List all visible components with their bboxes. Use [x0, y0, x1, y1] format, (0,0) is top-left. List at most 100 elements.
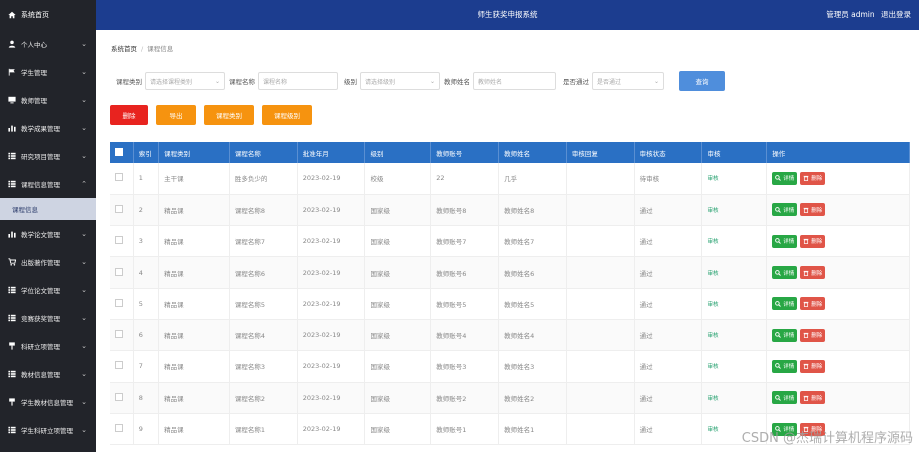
audit-link[interactable]: 审核	[707, 427, 718, 433]
sidebar-item-6[interactable]: 教学论文管理 ⌄	[0, 220, 96, 248]
search-icon	[775, 175, 782, 182]
course-table: 索引 课程类别 课程名称 批准年月 级别 教师账号 教师姓名 审核回复 审核状态…	[110, 142, 910, 446]
select-all-checkbox[interactable]	[115, 147, 123, 156]
audit-link[interactable]: 审核	[707, 208, 718, 214]
chevron-down-icon: ⌄	[81, 426, 87, 434]
detail-button[interactable]: 详情	[772, 359, 798, 373]
detail-button[interactable]: 详情	[772, 234, 798, 248]
sidebar-item-8[interactable]: 学位论文管理 ⌄	[0, 276, 96, 304]
sidebar-item-3[interactable]: 教学成果管理 ⌄	[0, 114, 96, 142]
search-icon	[775, 394, 782, 401]
header-index: 索引	[133, 142, 160, 163]
detail-label: 详情	[783, 176, 795, 183]
audit-link[interactable]: 审核	[707, 271, 718, 277]
row-delete-button[interactable]: 删除	[800, 234, 826, 248]
audit-link[interactable]: 审核	[707, 302, 718, 308]
sidebar-sub-course-info[interactable]: 课程信息	[0, 198, 96, 220]
row-select-cell[interactable]	[110, 225, 134, 258]
sidebar-item-2[interactable]: 教师管理 ⌄	[0, 86, 96, 114]
audit-link[interactable]: 审核	[707, 176, 718, 182]
course-type-select[interactable]: 请选择课程类别 ⌄	[145, 72, 225, 90]
sidebar-item-10[interactable]: 科研立项管理 ⌄	[0, 332, 96, 360]
sidebar-item-12[interactable]: 学生教材信息管理 ⌄	[0, 388, 96, 416]
detail-button[interactable]: 详情	[772, 297, 798, 311]
row-select-cell[interactable]	[110, 413, 134, 446]
sidebar-item-9[interactable]: 竞赛获奖管理 ⌄	[0, 304, 96, 332]
audit-link[interactable]: 审核	[707, 333, 718, 339]
detail-button[interactable]: 详情	[772, 391, 798, 405]
row-delete-button[interactable]: 删除	[800, 203, 826, 217]
cell-approval-date: 2023-02-19	[297, 382, 366, 414]
table-header-row: 索引 课程类别 课程名称 批准年月 级别 教师账号 教师姓名 审核回复 审核状态…	[110, 142, 910, 163]
row-delete-button[interactable]: 删除	[800, 171, 826, 185]
header-course-type: 课程类别	[158, 142, 230, 163]
row-checkbox[interactable]	[115, 298, 123, 307]
breadcrumb-home[interactable]: 系统首页	[111, 45, 137, 53]
sidebar-item-0[interactable]: 个人中心 ⌄	[0, 30, 96, 58]
detail-label: 详情	[783, 395, 795, 402]
sidebar-item-13[interactable]: 学生科研立项管理 ⌄	[0, 416, 96, 444]
cell-course-type: 精品课	[158, 319, 230, 352]
row-select-cell[interactable]	[110, 382, 134, 414]
delete-button[interactable]: 删除	[110, 105, 148, 125]
course-level-button[interactable]: 课程级别	[262, 105, 312, 125]
teacher-name-input[interactable]: 教师姓名	[473, 72, 556, 90]
export-button[interactable]: 导出	[156, 105, 196, 125]
cell-index: 2	[133, 194, 160, 227]
row-checkbox[interactable]	[115, 424, 123, 433]
cell-teacher-account: 教师账号2	[430, 382, 500, 414]
row-select-cell[interactable]	[110, 319, 134, 352]
course-type-button[interactable]: 课程类别	[204, 105, 254, 125]
detail-button[interactable]: 详情	[772, 171, 798, 185]
row-checkbox[interactable]	[115, 392, 123, 401]
flag-icon	[8, 68, 16, 76]
passed-select[interactable]: 是否通过 ⌄	[592, 72, 664, 90]
detail-button[interactable]: 详情	[772, 266, 798, 280]
row-select-cell[interactable]	[110, 350, 134, 383]
delete-label: 删除	[811, 176, 823, 183]
sidebar-item-label: 竞赛获奖管理	[21, 315, 60, 323]
row-delete-button[interactable]: 删除	[800, 266, 826, 280]
row-checkbox[interactable]	[115, 236, 123, 245]
watermark: CSDN @杰瑞计算机程序源码	[741, 431, 913, 446]
audit-link[interactable]: 审核	[707, 239, 718, 245]
row-checkbox[interactable]	[115, 267, 123, 276]
select-all-cell[interactable]	[110, 142, 134, 163]
sidebar-item-label: 教学论文管理	[21, 231, 60, 239]
chevron-down-icon: ⌄	[81, 124, 87, 132]
level-select[interactable]: 请选择级别 ⌄	[360, 72, 440, 90]
row-delete-button[interactable]: 删除	[800, 328, 826, 342]
chevron-down-icon: ⌄	[653, 77, 659, 85]
detail-button[interactable]: 详情	[772, 203, 798, 217]
row-select-cell[interactable]	[110, 256, 134, 289]
cell-level: 校级	[364, 163, 432, 195]
row-checkbox[interactable]	[115, 361, 123, 370]
sidebar-item-5[interactable]: 课程信息管理 ⌃	[0, 170, 96, 198]
sidebar-item-label: 教师管理	[21, 97, 47, 105]
audit-link[interactable]: 审核	[707, 396, 718, 402]
row-checkbox[interactable]	[115, 330, 123, 339]
row-checkbox[interactable]	[115, 204, 123, 213]
home-icon	[8, 11, 16, 19]
detail-button[interactable]: 详情	[772, 328, 798, 342]
audit-link[interactable]: 审核	[707, 364, 718, 370]
sidebar-home[interactable]: 系统首页	[0, 0, 96, 30]
sidebar-item-11[interactable]: 教材信息管理 ⌄	[0, 360, 96, 388]
query-button[interactable]: 查询	[679, 71, 725, 91]
sidebar-item-7[interactable]: 出版著作管理 ⌄	[0, 248, 96, 276]
row-delete-button[interactable]: 删除	[800, 359, 826, 373]
logout-link[interactable]: 退出登录	[881, 10, 911, 19]
sidebar-item-4[interactable]: 研究项目管理 ⌄	[0, 142, 96, 170]
cell-teacher-name: 教师姓名2	[498, 382, 567, 414]
chevron-down-icon: ⌄	[81, 96, 87, 104]
row-checkbox[interactable]	[115, 173, 123, 182]
row-delete-button[interactable]: 删除	[800, 391, 826, 405]
row-delete-button[interactable]: 删除	[800, 297, 826, 311]
row-select-cell[interactable]	[110, 194, 134, 227]
course-name-input[interactable]: 课程名称	[258, 72, 338, 90]
row-select-cell[interactable]	[110, 288, 134, 320]
paint-icon	[8, 342, 16, 350]
row-select-cell[interactable]	[110, 163, 134, 195]
sidebar-item-1[interactable]: 学生管理 ⌄	[0, 58, 96, 86]
chart-icon	[8, 230, 16, 238]
